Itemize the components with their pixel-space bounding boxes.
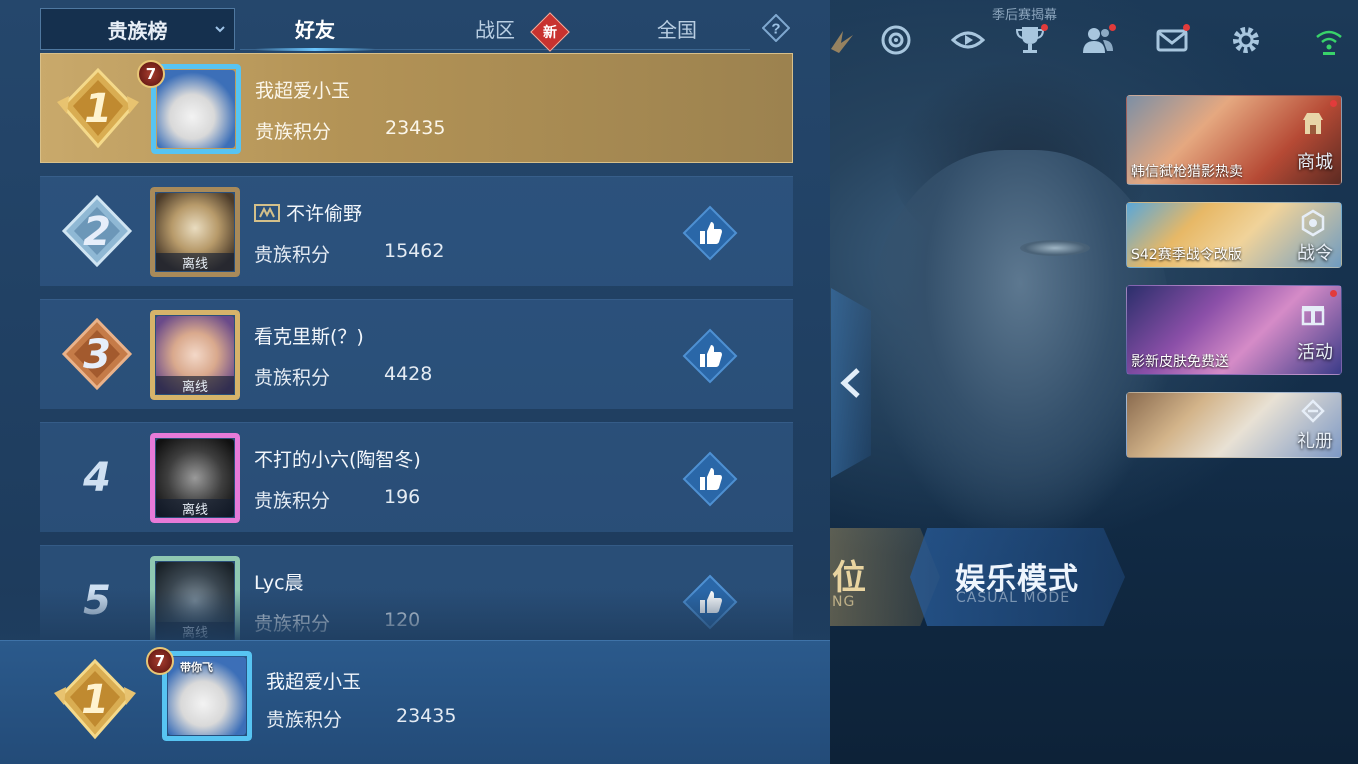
my-score-label: 贵族积分	[266, 709, 343, 731]
notification-dot	[1330, 100, 1337, 107]
offline-label: 离线	[156, 253, 234, 272]
game-screen: 季后赛揭幕 商城 韩信弑枪猎影热卖 战令 S42赛季战令改版 活动 影新皮肤免费…	[0, 0, 1358, 764]
my-score-value: 23435	[396, 705, 457, 727]
thumbs-up-icon[interactable]	[682, 205, 738, 261]
score-label: 贵族积分	[254, 490, 331, 512]
rank-number: 1	[84, 86, 112, 132]
pass-label: 战令	[1297, 243, 1333, 264]
hero-portrait	[870, 150, 1170, 530]
score-label: 贵族积分	[254, 244, 331, 266]
hero-eye	[1020, 240, 1090, 256]
notification-dot	[1183, 24, 1190, 31]
mail-icon[interactable]	[1152, 20, 1192, 60]
question-icon[interactable]: ?	[762, 14, 790, 42]
book-icon	[1301, 399, 1325, 423]
thumbs-up-icon[interactable]	[682, 451, 738, 507]
avatar[interactable]: 离线	[150, 187, 240, 277]
shop-icon	[1303, 113, 1323, 134]
tab-region-label: 战区	[475, 17, 515, 42]
player-name: 不许偷野	[286, 203, 363, 225]
score-value: 196	[384, 486, 421, 508]
target-icon[interactable]	[876, 20, 916, 60]
my-level-badge: 7	[146, 647, 174, 675]
collapse-panel-button[interactable]	[831, 288, 871, 478]
tab-friends[interactable]: 好友	[240, 8, 390, 51]
eye-icon[interactable]	[948, 20, 988, 60]
my-player-name: 我超爱小玉	[266, 671, 362, 693]
new-badge-text: 新	[543, 25, 557, 41]
guide-label: 礼册	[1297, 431, 1333, 452]
leaderboard-type-label: 贵族榜	[107, 18, 168, 43]
my-rank-number: 1	[81, 677, 109, 723]
guide-card[interactable]: 礼册	[1126, 392, 1342, 458]
svg-text:?: ?	[771, 21, 780, 38]
pass-card[interactable]: 战令 S42赛季战令改版	[1126, 202, 1342, 268]
ranked-mode-title: 位	[832, 558, 866, 598]
leaderboard-panel: 贵族榜 好友 战区 新 全国 ? 1 7 我超爱小玉 贵族积分 23435 2 …	[0, 0, 830, 764]
avatar-frame-text: 带你飞	[180, 661, 213, 674]
ranked-mode-subtitle: NG	[832, 594, 856, 610]
my-rank-bar: 1 带你飞 7 我超爱小玉 贵族积分 23435	[0, 640, 830, 764]
casual-mode-subtitle: CASUAL MODE	[956, 590, 1071, 606]
notification-dot	[1330, 290, 1337, 297]
offline-label: 离线	[156, 376, 234, 395]
trophy-icon[interactable]	[1010, 20, 1050, 60]
notification-dot	[1109, 24, 1116, 31]
score-label: 贵族积分	[254, 367, 331, 389]
gear-icon[interactable]	[1226, 20, 1266, 60]
score-value: 15462	[384, 240, 445, 262]
player-name: 我超爱小玉	[255, 80, 351, 102]
player-name: 看克里斯(？)	[254, 326, 364, 348]
casual-mode-button[interactable]: 娱乐模式 CASUAL MODE	[910, 528, 1125, 626]
player-name: 不打的小六(陶智冬)	[254, 449, 421, 471]
avatar[interactable]: 离线	[150, 310, 240, 400]
chevron-left-icon	[840, 368, 860, 398]
rank-number: 2	[83, 209, 111, 255]
event-card[interactable]: 活动 影新皮肤免费送	[1126, 285, 1342, 375]
shop-caption: 韩信弑枪猎影热卖	[1131, 164, 1243, 180]
pass-caption: S42赛季战令改版	[1131, 247, 1242, 263]
event-caption: 影新皮肤免费送	[1131, 354, 1229, 370]
leaderboard-row[interactable]: 3 离线 看克里斯(？) 贵族积分 4428	[40, 299, 793, 409]
side-cards: 商城 韩信弑枪猎影热卖 战令 S42赛季战令改版 活动 影新皮肤免费送 礼册	[1126, 95, 1342, 475]
title-badge-icon	[254, 204, 280, 222]
level-badge: 7	[137, 60, 165, 88]
leaderboard-type-dropdown[interactable]: 贵族榜	[40, 8, 235, 50]
notification-dot	[1041, 24, 1048, 31]
score-label: 贵族积分	[255, 121, 332, 143]
rank-number: 3	[83, 332, 111, 378]
leaderboard-row[interactable]: 1 7 我超爱小玉 贵族积分 23435	[40, 53, 793, 163]
rank-number: 4	[83, 455, 111, 501]
list-fade	[0, 590, 830, 642]
offline-label: 离线	[156, 499, 234, 518]
wifi-icon	[1304, 20, 1354, 60]
shop-card[interactable]: 商城 韩信弑枪猎影热卖	[1126, 95, 1342, 185]
leaderboard-row[interactable]: 2 离线 不许偷野 贵族积分 15462	[40, 176, 793, 286]
gift-icon	[1301, 306, 1325, 326]
avatar[interactable]: 离线	[150, 433, 240, 523]
event-label: 活动	[1297, 342, 1333, 363]
lobby-background: 季后赛揭幕 商城 韩信弑枪猎影热卖 战令 S42赛季战令改版 活动 影新皮肤免费…	[830, 0, 1358, 764]
my-avatar[interactable]: 带你飞	[162, 651, 252, 741]
leaderboard-row[interactable]: 4 离线 不打的小六(陶智冬) 贵族积分 196	[40, 422, 793, 532]
scope-tabs: 好友 战区 新 全国	[240, 8, 752, 52]
pass-icon	[1301, 209, 1325, 237]
partial-icon	[830, 20, 864, 60]
shop-label: 商城	[1297, 152, 1333, 173]
player-name-wrap: 不许偷野	[254, 199, 362, 226]
chevron-down-icon	[215, 26, 225, 33]
friends-icon[interactable]	[1078, 20, 1118, 60]
score-value: 4428	[384, 363, 433, 385]
top-icon-bar: 季后赛揭幕	[830, 8, 1358, 64]
score-value: 23435	[385, 117, 446, 139]
tab-national[interactable]: 全国	[602, 8, 752, 48]
thumbs-up-icon[interactable]	[682, 328, 738, 384]
